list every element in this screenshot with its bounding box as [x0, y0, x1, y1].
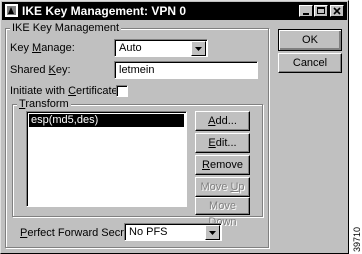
shared-key-input[interactable]: letmein — [114, 61, 258, 79]
key-manage-select[interactable]: Auto — [114, 39, 208, 57]
window-title: IKE Key Management: VPN 0 — [22, 4, 187, 18]
transform-list[interactable]: esp(md5,des) — [26, 111, 187, 207]
key-manage-label: Key Manage: — [10, 42, 75, 54]
minimize-icon — [303, 13, 309, 15]
list-item[interactable]: esp(md5,des) — [29, 114, 184, 127]
edit-button[interactable]: Edit... — [195, 133, 250, 153]
certificates-label: Initiate with Certificates: — [10, 85, 127, 97]
title-bar[interactable]: IKE Key Management: VPN 0 — [2, 2, 347, 20]
chevron-down-icon — [209, 231, 216, 235]
move-up-button[interactable]: Move Up — [195, 177, 250, 197]
ok-button[interactable]: OK — [278, 29, 342, 51]
maximize-button[interactable] — [314, 5, 328, 17]
figure-code: 39710 — [352, 227, 362, 252]
certificates-checkbox[interactable] — [116, 85, 128, 97]
chevron-down-icon — [195, 47, 202, 51]
close-icon — [333, 7, 341, 15]
app-icon — [5, 4, 18, 17]
transform-group-label: Transform — [17, 98, 71, 110]
move-down-button[interactable]: Move Down — [195, 197, 250, 228]
pfs-value: No PFS — [129, 226, 168, 238]
dialog-window: IKE Key Management: VPN 0 IKE Key Manage… — [0, 0, 349, 254]
group-label: IKE Key Management — [10, 22, 122, 34]
key-manage-value: Auto — [119, 42, 142, 54]
shared-key-value: letmein — [119, 64, 155, 76]
maximize-icon — [317, 7, 325, 14]
pfs-dropdown-button[interactable] — [205, 225, 220, 240]
figure-code-text: 39710 — [352, 227, 362, 252]
remove-button[interactable]: Remove — [195, 155, 250, 175]
add-button[interactable]: Add... — [195, 111, 250, 131]
close-button[interactable] — [330, 5, 344, 17]
pfs-select[interactable]: No PFS — [124, 223, 222, 241]
shared-key-label: Shared Key: — [10, 64, 71, 76]
cancel-button[interactable]: Cancel — [278, 53, 342, 73]
minimize-button[interactable] — [299, 5, 313, 17]
key-manage-dropdown-button[interactable] — [191, 41, 206, 56]
